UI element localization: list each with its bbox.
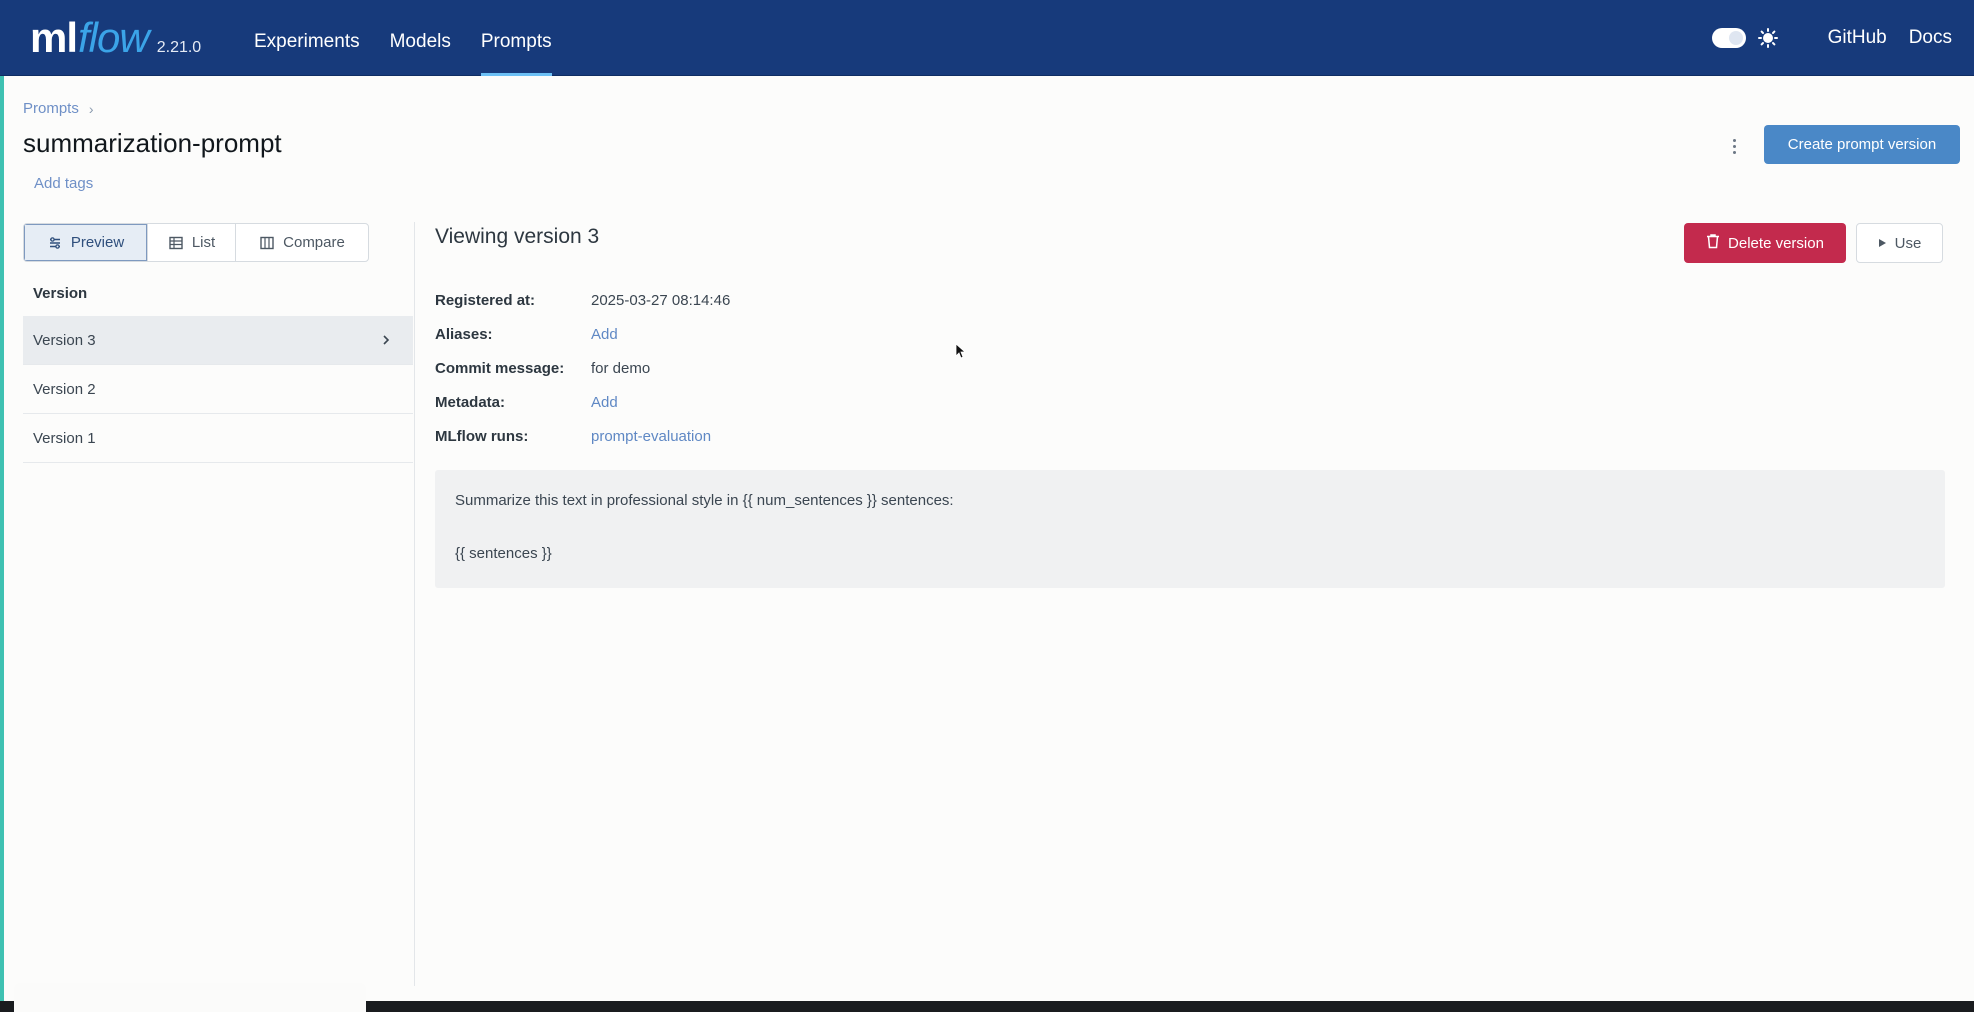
chevron-right-icon — [381, 333, 391, 347]
commit-message-label: Commit message: — [435, 359, 565, 377]
create-prompt-version-button[interactable]: Create prompt version — [1764, 125, 1960, 164]
registered-at-row: Registered at: 2025-03-27 08:14:46 — [435, 283, 730, 317]
version-column-header: Version — [33, 285, 88, 302]
nav-right: GitHub Docs — [1711, 0, 1952, 76]
version-list: Version 3 Version 2 Version 1 — [23, 316, 413, 463]
version-row-3[interactable]: Version 3 — [23, 316, 413, 365]
aliases-label: Aliases: — [435, 325, 493, 343]
breadcrumb: Prompts › — [23, 100, 94, 117]
nav-github[interactable]: GitHub — [1828, 27, 1887, 49]
logo-flow-text: flow — [78, 14, 150, 61]
version-label: 2.21.0 — [156, 39, 202, 56]
view-mode-list[interactable]: List — [148, 224, 236, 261]
logo-ml-text: ml — [30, 14, 78, 61]
bottom-overlay-band — [0, 983, 1974, 1012]
panel-divider — [414, 222, 415, 986]
sun-icon[interactable] — [1757, 28, 1778, 48]
add-tags-link[interactable]: Add tags — [34, 175, 93, 192]
metadata-row: Metadata: Add — [435, 385, 730, 419]
theme-toggle-icon[interactable] — [1711, 28, 1746, 48]
use-button[interactable]: Use — [1856, 223, 1943, 263]
template-spacer — [455, 511, 1925, 546]
top-nav: ml flow 2.21.0 Experiments Models Prompt… — [0, 0, 1974, 76]
nav-prompts[interactable]: Prompts — [467, 0, 566, 76]
template-line: Summarize this text in professional styl… — [455, 492, 954, 509]
version-row-1[interactable]: Version 1 — [23, 414, 413, 463]
nav-docs[interactable]: Docs — [1909, 27, 1952, 49]
window-edge-strip — [0, 0, 4, 1012]
bottom-overlay-chip — [14, 983, 366, 1012]
template-line: {{ sentences }} — [455, 545, 552, 562]
commit-message-value: for demo — [591, 359, 651, 377]
version-row-label: Version 2 — [33, 380, 96, 398]
trash-icon — [1706, 233, 1720, 253]
nav-experiments[interactable]: Experiments — [240, 0, 374, 76]
view-mode-list-label: List — [191, 234, 216, 251]
mlflow-runs-label: MLflow runs: — [435, 427, 529, 445]
use-button-label: Use — [1894, 234, 1922, 252]
compare-icon — [259, 235, 275, 251]
view-mode-compare-label: Compare — [283, 234, 345, 251]
registered-at-label: Registered at: — [435, 291, 536, 309]
list-icon — [168, 235, 184, 251]
mlflow-runs-row: MLflow runs: prompt-evaluation — [435, 419, 730, 453]
registered-at-value: 2025-03-27 08:14:46 — [591, 291, 731, 309]
main-nav: Experiments Models Prompts — [240, 0, 568, 76]
preview-icon — [47, 235, 63, 251]
version-row-label: Version 1 — [33, 429, 96, 447]
mlflow-run-link[interactable]: prompt-evaluation — [591, 428, 711, 445]
version-row-2[interactable]: Version 2 — [23, 365, 413, 414]
nav-models[interactable]: Models — [376, 0, 465, 76]
viewing-version-title: Viewing version 3 — [435, 225, 600, 248]
version-metadata: Registered at: 2025-03-27 08:14:46 Alias… — [435, 283, 730, 453]
delete-version-label: Delete version — [1728, 234, 1824, 252]
prompt-template-box: Summarize this text in professional styl… — [435, 470, 1945, 588]
mlflow-logo[interactable]: ml flow 2.21.0 — [30, 14, 201, 62]
view-mode-toggle: Preview List Compare — [23, 223, 369, 262]
add-alias-link[interactable]: Add — [591, 326, 618, 343]
breadcrumb-prompts[interactable]: Prompts — [23, 100, 79, 117]
metadata-label: Metadata: — [435, 393, 506, 411]
version-row-label: Version 3 — [33, 331, 96, 349]
view-mode-preview[interactable]: Preview — [24, 224, 148, 261]
mouse-cursor-icon — [955, 343, 967, 359]
play-icon — [1878, 235, 1887, 252]
add-metadata-link[interactable]: Add — [591, 394, 618, 411]
commit-message-row: Commit message: for demo — [435, 351, 730, 385]
aliases-row: Aliases: Add — [435, 317, 730, 351]
kebab-menu-icon[interactable] — [1726, 133, 1742, 159]
view-mode-preview-label: Preview — [70, 234, 125, 251]
breadcrumb-separator: › — [88, 100, 94, 117]
page-title: summarization-prompt — [23, 128, 282, 158]
view-mode-compare[interactable]: Compare — [236, 224, 368, 261]
delete-version-button[interactable]: Delete version — [1684, 223, 1846, 263]
